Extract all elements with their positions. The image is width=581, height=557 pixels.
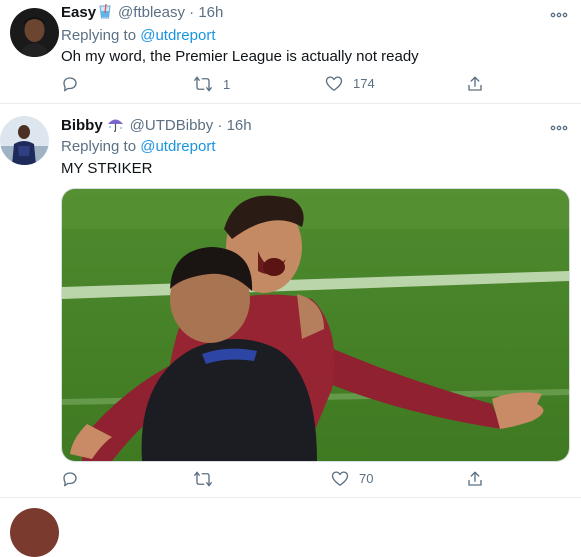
replying-to: Replying to @utdreport (61, 138, 215, 155)
tweet-header: Easy @ftbleasy · 16h (61, 3, 223, 23)
umbrella-emoji-icon (107, 116, 124, 136)
reply-prefix: Replying to (61, 138, 137, 155)
tweet-text: MY STRIKER (61, 160, 153, 177)
tweet[interactable] (0, 497, 581, 557)
retweet-icon (193, 470, 213, 488)
tweet[interactable]: Bibby @UTDBibby · 16h Replying to @utdrep… (0, 103, 581, 498)
share-button[interactable] (466, 75, 484, 93)
avatar[interactable] (10, 508, 59, 557)
share-button[interactable] (466, 470, 484, 488)
handle[interactable]: @ftbleasy (118, 4, 185, 21)
retweet-count: 1 (223, 76, 231, 92)
tweet-actions: 70 (61, 470, 501, 492)
reply-mention-link[interactable]: @utdreport (140, 138, 215, 155)
reply-icon (61, 470, 79, 488)
retweet-icon (193, 75, 213, 93)
tweet[interactable]: Easy @ftbleasy · 16h Replying to @utdrepo… (0, 0, 581, 103)
like-button[interactable]: 174 (325, 75, 375, 92)
glass-emoji-icon (98, 3, 112, 23)
more-horizontal-icon[interactable] (550, 6, 568, 22)
separator: · (189, 4, 195, 21)
display-name[interactable]: Easy (61, 4, 96, 21)
replying-to: Replying to @utdreport (61, 27, 215, 44)
retweet-button[interactable] (193, 470, 213, 488)
reply-button[interactable] (61, 470, 79, 488)
display-name[interactable]: Bibby (61, 117, 103, 134)
like-button[interactable]: 70 (331, 470, 373, 487)
timestamp[interactable]: 16h (227, 117, 252, 134)
heart-icon (325, 75, 343, 92)
tweet-media-image[interactable] (61, 188, 570, 462)
like-count: 174 (353, 76, 375, 91)
like-count: 70 (359, 471, 374, 486)
tweet-actions: 1 174 (61, 75, 501, 97)
separator: · (217, 117, 223, 134)
avatar[interactable] (0, 116, 49, 165)
retweet-button[interactable]: 1 (193, 75, 230, 93)
celebration-photo (62, 189, 569, 461)
reply-button[interactable] (61, 75, 79, 93)
share-icon (466, 75, 484, 93)
heart-icon (331, 470, 349, 487)
reply-icon (61, 75, 79, 93)
avatar[interactable] (10, 8, 59, 57)
share-icon (466, 470, 484, 488)
reply-mention-link[interactable]: @utdreport (140, 27, 215, 44)
timestamp[interactable]: 16h (198, 4, 223, 21)
tweet-text: Oh my word, the Premier League is actual… (61, 48, 419, 65)
reply-prefix: Replying to (61, 27, 137, 44)
handle[interactable]: @UTDBibby (130, 117, 214, 134)
tweet-header: Bibby @UTDBibby · 16h (61, 116, 252, 136)
more-horizontal-icon[interactable] (550, 119, 568, 135)
